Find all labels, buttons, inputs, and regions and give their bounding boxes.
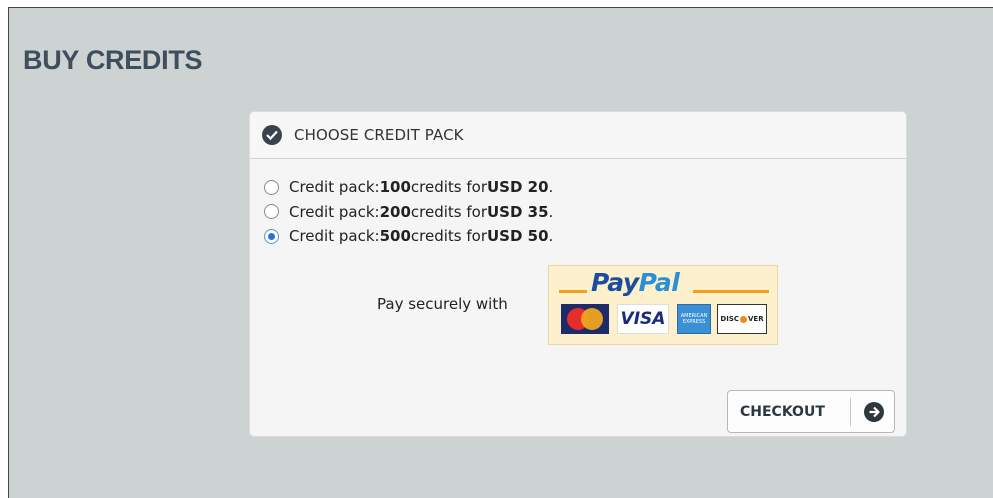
- credit-pack-options: Credit pack: 100 credits for USD 20. Cre…: [264, 175, 553, 249]
- discover-icon: DISC VER: [717, 304, 767, 334]
- page-title: BUY CREDITS: [23, 45, 203, 75]
- radio-button[interactable]: [264, 204, 279, 220]
- paypal-word-pay: Pay: [591, 268, 639, 297]
- radio-dot: [268, 232, 275, 240]
- option-price: USD 35: [487, 202, 549, 221]
- visa-icon: VISA: [617, 304, 669, 334]
- mastercard-icon: [561, 304, 609, 334]
- amex-icon: AMERICAN EXPRESS: [677, 304, 711, 334]
- paypal-wordmark: PayPal: [591, 268, 680, 297]
- option-suffix: .: [548, 178, 554, 197]
- paypal-word-pal: Pal: [638, 268, 680, 297]
- pay-securely-label: Pay securely with: [377, 295, 508, 313]
- option-credits: 500: [379, 227, 411, 246]
- credit-pack-panel: CHOOSE CREDIT PACK Credit pack: 100 cred…: [249, 111, 907, 437]
- option-credits: 100: [379, 178, 411, 197]
- paypal-rule-right: [693, 290, 769, 293]
- panel-title: CHOOSE CREDIT PACK: [294, 126, 464, 144]
- radio-button[interactable]: [264, 179, 279, 195]
- paypal-logo: PayPal VISA AMERICAN EXPRESS DISC VER: [548, 265, 778, 345]
- option-mid: credits for: [410, 178, 487, 197]
- option-mid: credits for: [410, 227, 487, 246]
- checkout-button[interactable]: CHECKOUT: [727, 390, 895, 433]
- credit-pack-option-100[interactable]: Credit pack: 100 credits for USD 20.: [264, 175, 553, 200]
- credit-pack-option-200[interactable]: Credit pack: 200 credits for USD 35.: [264, 200, 553, 225]
- check-circle-icon: [262, 125, 282, 145]
- option-mid: credits for: [410, 202, 487, 221]
- panel-header: CHOOSE CREDIT PACK: [250, 112, 906, 159]
- page-frame: BUY CREDITS CHOOSE CREDIT PACK Credit pa…: [8, 7, 993, 498]
- paypal-rule-left: [559, 290, 587, 293]
- option-credits: 200: [379, 202, 411, 221]
- option-prefix: Credit pack:: [289, 227, 380, 246]
- option-price: USD 50: [487, 227, 549, 246]
- arrow-right-circle-icon: [864, 401, 884, 422]
- option-prefix: Credit pack:: [289, 202, 380, 221]
- button-divider: [850, 397, 851, 426]
- option-prefix: Credit pack:: [289, 178, 380, 197]
- option-price: USD 20: [487, 178, 549, 197]
- option-suffix: .: [548, 202, 554, 221]
- checkout-label: CHECKOUT: [740, 403, 825, 420]
- credit-pack-option-500[interactable]: Credit pack: 500 credits for USD 50.: [264, 224, 553, 249]
- radio-button[interactable]: [264, 228, 279, 244]
- option-suffix: .: [548, 227, 554, 246]
